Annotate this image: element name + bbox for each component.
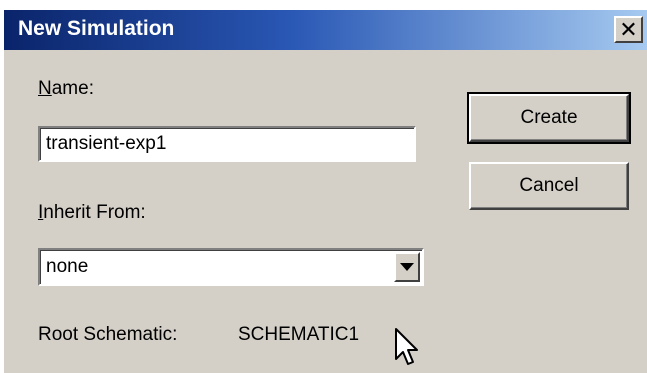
- root-schematic-value: SCHEMATIC1: [238, 324, 360, 345]
- inherit-from-value: none: [46, 256, 89, 277]
- title-bar[interactable]: New Simulation ✕: [4, 10, 647, 50]
- dropdown-button[interactable]: [394, 252, 420, 282]
- cancel-button[interactable]: Cancel: [469, 162, 629, 210]
- inherit-from-select[interactable]: none: [38, 248, 424, 286]
- inherit-label-text: nherit From:: [43, 202, 146, 223]
- name-input[interactable]: [38, 126, 416, 162]
- inherit-from-label: Inherit From:: [38, 202, 146, 224]
- name-label-text: ame:: [51, 78, 94, 99]
- close-button[interactable]: ✕: [614, 16, 643, 43]
- name-label: Name:: [38, 78, 94, 100]
- create-button[interactable]: Create: [467, 92, 631, 144]
- mouse-pointer-icon: [395, 328, 418, 365]
- close-icon: ✕: [619, 16, 638, 42]
- name-label-accelerator: N: [38, 78, 52, 99]
- chevron-down-icon: [400, 263, 414, 271]
- dialog-title: New Simulation: [18, 17, 175, 40]
- cancel-button-label: Cancel: [519, 175, 579, 196]
- root-schematic-label: Root Schematic:: [38, 324, 178, 345]
- create-button-label: Create: [520, 107, 578, 128]
- new-simulation-dialog: New Simulation ✕ Name: Inherit From: non…: [4, 10, 647, 373]
